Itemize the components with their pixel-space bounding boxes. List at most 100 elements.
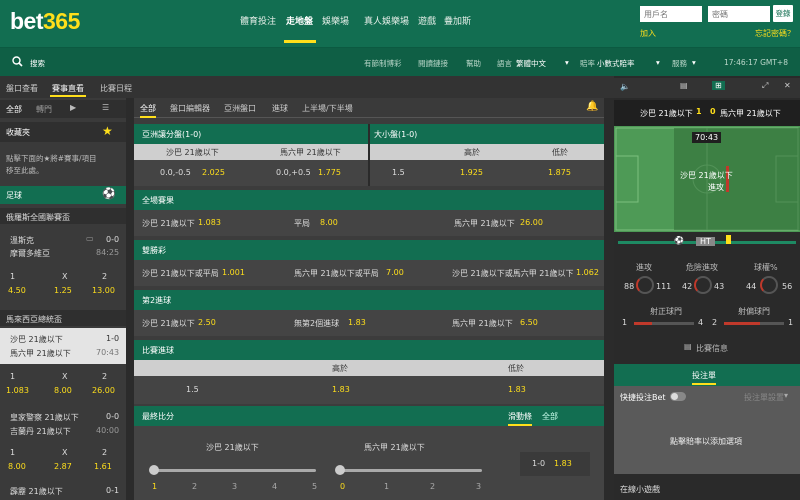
odds-button[interactable]: 1.83 bbox=[332, 385, 350, 394]
odds-button[interactable]: 1.61 bbox=[94, 462, 112, 471]
tv-icon[interactable]: ▭ bbox=[86, 234, 94, 243]
nav-poker[interactable]: 疊加斯 bbox=[444, 14, 471, 27]
stats-icon[interactable]: ▤ bbox=[680, 81, 688, 90]
odds-button[interactable]: 1.875 bbox=[548, 168, 571, 177]
odds-button[interactable]: 13.00 bbox=[92, 286, 115, 295]
chevron-down-icon[interactable]: ▾ bbox=[565, 58, 569, 67]
market-tab-asian[interactable]: 亞洲盤口 bbox=[224, 103, 256, 114]
speaker-icon[interactable]: 🔈 bbox=[620, 82, 630, 91]
odds-button[interactable]: 1.925 bbox=[460, 168, 483, 177]
username-input[interactable] bbox=[640, 6, 702, 22]
odds-button[interactable]: 1.25 bbox=[54, 286, 72, 295]
correct-score-selection[interactable]: 1-0 1.83 bbox=[520, 452, 590, 476]
nav-games[interactable]: 遊戲 bbox=[418, 14, 436, 27]
tab-all-scores[interactable]: 全部 bbox=[542, 411, 558, 422]
chevron-down-icon[interactable]: ▾ bbox=[692, 58, 696, 67]
odds-button[interactable]: 2.50 bbox=[198, 318, 216, 327]
bet-slip-hint: 點擊賠率以添加選項 bbox=[670, 437, 742, 446]
bet-slip-title: 投注單 bbox=[692, 370, 716, 385]
tab-slider[interactable]: 滑動條 bbox=[508, 411, 532, 426]
odds-button[interactable]: 1.083 bbox=[6, 386, 29, 395]
league-header[interactable]: 俄羅斯全國聯賽盃 bbox=[0, 208, 126, 224]
password-input[interactable] bbox=[708, 6, 770, 22]
full-time-header[interactable]: 全場賽果 bbox=[134, 190, 604, 210]
left-tab-popular[interactable]: 轉門 bbox=[36, 104, 52, 115]
pitch-visualization: 70:43 沙巴 21歲以下 進攻 bbox=[614, 126, 800, 232]
odds-button[interactable]: 8.00 bbox=[54, 386, 72, 395]
odds-button[interactable]: 7.00 bbox=[386, 268, 404, 277]
odds-button[interactable]: 4.50 bbox=[8, 286, 26, 295]
market-tab-goals[interactable]: 進球 bbox=[272, 103, 288, 114]
nav-casino[interactable]: 娛樂場 bbox=[322, 14, 349, 27]
forgot-password-link[interactable]: 忘記密碼？ bbox=[755, 28, 795, 39]
expand-icon[interactable]: ⤢ bbox=[762, 81, 768, 91]
market-tab-editor[interactable]: 盤口編輯器 bbox=[170, 103, 210, 114]
odds-button[interactable]: 1.062 bbox=[576, 268, 599, 277]
nav-live-casino[interactable]: 真人娛樂場 bbox=[364, 14, 409, 27]
match-row-1[interactable]: 溫斯克 摩爾多維亞 ▭ 0-0 84:25 bbox=[0, 228, 126, 264]
bet365-logo[interactable]: bet365 bbox=[10, 8, 80, 35]
correct-score-header[interactable]: 最終比分 滑動條 全部 bbox=[134, 406, 604, 426]
bell-icon[interactable]: 🔔 bbox=[586, 101, 598, 112]
language-select[interactable]: 繁體中文 bbox=[516, 58, 546, 69]
column-header: 低於 bbox=[552, 148, 568, 157]
services-link[interactable]: 服務 bbox=[672, 58, 687, 69]
market-tab-all[interactable]: 全部 bbox=[140, 103, 156, 118]
chevron-down-icon[interactable]: ▾ bbox=[784, 391, 788, 400]
odds-button[interactable]: 26.00 bbox=[520, 218, 543, 227]
odds-format-select[interactable]: 小數式賠率 bbox=[597, 58, 635, 69]
match-info-row[interactable]: ▤ 比賽信息 bbox=[614, 340, 800, 358]
market-tabs: 全部 盤口編輯器 亞洲盤口 進球 上半場/下半場 🔔 bbox=[134, 98, 604, 118]
bet-slip-settings[interactable]: 投注單設置 bbox=[744, 392, 784, 403]
league-header[interactable]: 馬來西亞總統盃 bbox=[0, 310, 126, 326]
match-row-3[interactable]: 皇家警察 21歲以下 吉蘭丹 21歲以下 0-0 40:00 bbox=[0, 406, 126, 440]
home-score-slider[interactable] bbox=[149, 465, 159, 475]
star-icon[interactable]: ★ bbox=[102, 124, 113, 138]
odds-button[interactable]: 2.87 bbox=[54, 462, 72, 471]
nav-inplay[interactable]: 走地盤 bbox=[286, 14, 313, 27]
bet-slip-header[interactable]: 投注單 bbox=[614, 364, 800, 386]
pitch-view-icon[interactable]: ⊞ bbox=[712, 81, 725, 90]
tab-schedule[interactable]: 比賽日程 bbox=[100, 83, 132, 94]
accessibility-link[interactable]: 閱讀鏈接 bbox=[418, 58, 448, 69]
next-goal-header[interactable]: 第2進球 bbox=[134, 290, 604, 310]
odds-button[interactable]: 1.775 bbox=[318, 168, 341, 177]
away-score-slider[interactable] bbox=[335, 465, 345, 475]
help-link[interactable]: 幫助 bbox=[466, 58, 481, 69]
chevron-down-icon[interactable]: ▾ bbox=[656, 58, 660, 67]
favorites-header[interactable]: 收藏夾 ★ bbox=[0, 122, 126, 142]
tab-overview[interactable]: 盤口查看 bbox=[6, 83, 38, 94]
close-icon[interactable]: ✕ bbox=[784, 81, 791, 90]
match-row-selected[interactable]: 沙巴 21歲以下 馬六甲 21歲以下 1-0 70:43 bbox=[0, 328, 126, 364]
stat-value: 4 bbox=[698, 318, 704, 327]
video-icon[interactable]: ▶ bbox=[70, 103, 76, 112]
match-row-4[interactable]: 霹靂 21歲以下 0-1 bbox=[0, 482, 126, 498]
market-tab-halves[interactable]: 上半場/下半場 bbox=[302, 103, 353, 114]
odds-button[interactable]: 8.00 bbox=[8, 462, 26, 471]
search-icon[interactable] bbox=[12, 56, 23, 67]
goal-ball-icon: ⚽ bbox=[674, 236, 684, 245]
football-header[interactable]: 足球 ⚽ bbox=[0, 186, 126, 204]
nav-sports[interactable]: 體育投注 bbox=[240, 14, 276, 27]
login-button[interactable]: 登錄 bbox=[773, 5, 793, 22]
match-goals-header[interactable]: 比賽進球 bbox=[134, 340, 604, 360]
list-icon[interactable]: ☰ bbox=[102, 103, 109, 112]
tab-event-view[interactable]: 賽事直看 bbox=[52, 83, 84, 94]
join-link[interactable]: 加入 bbox=[640, 28, 656, 39]
odds-button[interactable]: 1.001 bbox=[222, 268, 245, 277]
double-chance-header[interactable]: 雙勝彩 bbox=[134, 240, 604, 260]
inplay-games-header[interactable]: 在線小遊戲 bbox=[614, 478, 800, 500]
odds-button[interactable]: 1.83 bbox=[348, 318, 366, 327]
odds-button[interactable]: 26.00 bbox=[92, 386, 115, 395]
odds-button[interactable]: 1.83 bbox=[508, 385, 526, 394]
odds-button[interactable]: 1.083 bbox=[198, 218, 221, 227]
odds-button[interactable]: 8.00 bbox=[320, 218, 338, 227]
quick-bet-toggle[interactable] bbox=[670, 392, 686, 401]
responsible-gambling-link[interactable]: 有節制博彩 bbox=[364, 58, 402, 69]
left-tab-all[interactable]: 全部 bbox=[6, 104, 22, 115]
search-label[interactable]: 搜索 bbox=[30, 58, 45, 69]
odds-button[interactable]: 6.50 bbox=[520, 318, 538, 327]
match-info-link[interactable]: 比賽信息 bbox=[696, 343, 728, 354]
odds-button[interactable]: 1.83 bbox=[554, 459, 572, 468]
odds-button[interactable]: 2.025 bbox=[202, 168, 225, 177]
